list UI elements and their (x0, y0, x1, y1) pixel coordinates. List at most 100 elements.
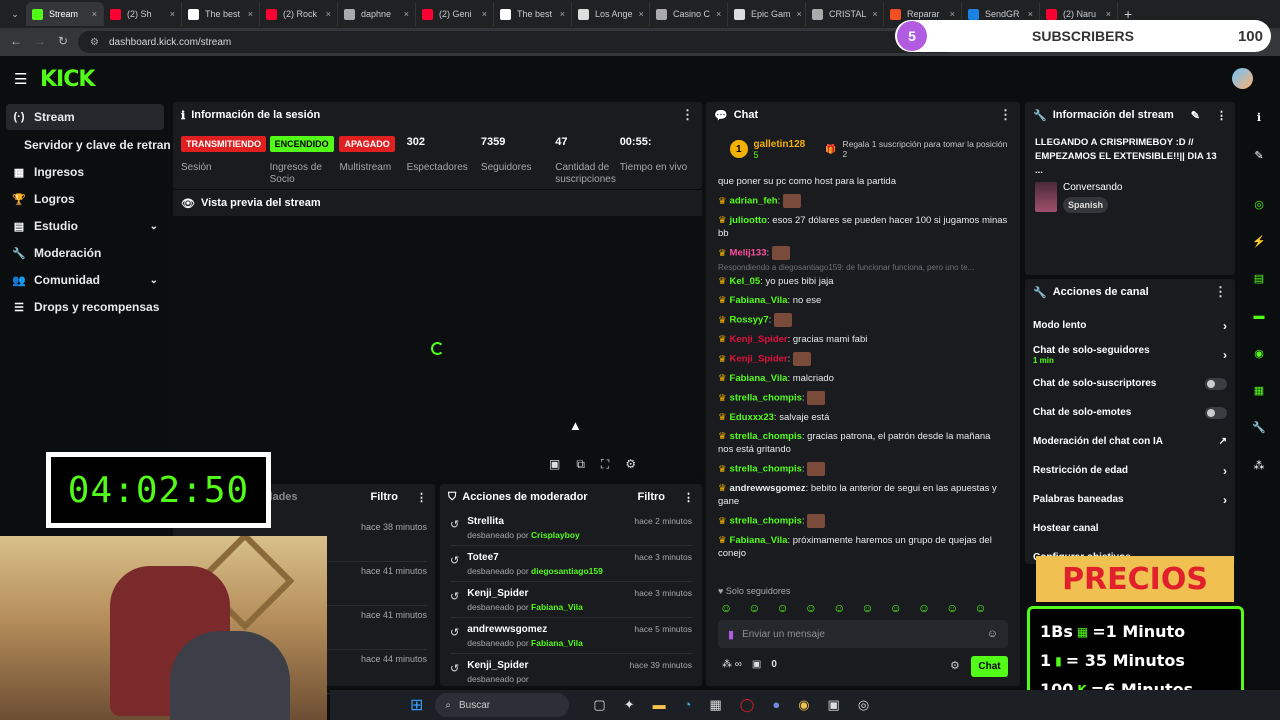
pinned-user[interactable]: galletin128 (754, 139, 806, 150)
mod-action-row[interactable]: ↺ Strellita desbaneado por Crisplayboy hace… (450, 510, 692, 546)
menu-icon[interactable]: ☰ (14, 70, 27, 88)
sidebar-item-logros[interactable]: 🏆 Logros (0, 186, 170, 212)
more-options-icon[interactable]: ⋮ (999, 107, 1012, 123)
emote-icon[interactable]: ☺ (861, 601, 873, 615)
emote-icon[interactable]: ☺ (974, 601, 986, 615)
edge-icon[interactable]: ◔ (684, 697, 692, 713)
chat-username[interactable]: strella_chompis (730, 516, 802, 527)
tab-list-icon[interactable]: ⌄ (4, 9, 26, 20)
browser-tab[interactable]: Stream × (26, 2, 104, 26)
more-options-icon[interactable]: ⋮ (1214, 284, 1227, 300)
toggle-switch[interactable] (1205, 406, 1227, 419)
channel-action-row[interactable]: Moderación del chat con IA ↗ (1025, 427, 1235, 456)
emote-icon[interactable]: ☺ (918, 601, 930, 615)
broadcast-icon[interactable]: ◉ (1246, 340, 1272, 366)
chat-username[interactable]: Fabiana_Vila (730, 373, 788, 384)
url-field[interactable]: ⚙ dashboard.kick.com/stream (78, 31, 958, 53)
close-tab-icon[interactable]: × (404, 9, 409, 19)
category-name[interactable]: Conversando (1063, 182, 1122, 193)
back-icon[interactable]: ← (10, 34, 22, 48)
reload-icon[interactable]: ↻ (58, 34, 68, 48)
opera-icon[interactable]: ◯ (740, 697, 755, 713)
more-options-icon[interactable]: ⋮ (416, 491, 427, 504)
layout-icon[interactable]: ▦ (1246, 377, 1272, 403)
info-icon[interactable]: ℹ (1246, 104, 1272, 130)
moderator-name[interactable]: Fabiana_Vila (531, 602, 583, 612)
pip-icon[interactable]: ⧉ (576, 457, 585, 472)
emoji-icon[interactable]: ☺ (987, 628, 998, 640)
theater-mode-icon[interactable]: ▣ (549, 457, 560, 472)
sidebar-item-stream[interactable]: (·) Stream (6, 104, 164, 130)
sidebar-item-moderación[interactable]: 🔧 Moderación (0, 240, 170, 266)
edit-icon[interactable]: ✎ (1191, 109, 1200, 122)
sidebar-item-servidor[interactable]: Servidor y clave de retransmisión (0, 132, 170, 158)
close-tab-icon[interactable]: × (872, 9, 877, 19)
mod-action-row[interactable]: ↺ Totee7 desbaneado por diegosantiago159 ha… (450, 546, 692, 582)
mod-target-user[interactable]: Strellita (467, 516, 626, 527)
browser-tab[interactable]: (2) Geni × (416, 2, 494, 26)
channel-action-row[interactable]: Chat de solo-suscriptores (1025, 369, 1235, 398)
emote-icon[interactable]: ☺ (777, 601, 789, 615)
browser-tab[interactable]: (2) Rock × (260, 2, 338, 26)
taskbar-search[interactable]: ⌕ Buscar (435, 693, 570, 717)
mod-target-user[interactable]: Totee7 (467, 552, 626, 563)
epic-games-icon[interactable]: ▣ (828, 697, 840, 713)
mod-filter-button[interactable]: Filtro (638, 491, 666, 503)
mod-target-user[interactable]: Kenji_Spider (467, 660, 621, 671)
emote-icon[interactable]: ☺ (890, 601, 902, 615)
browser-tab[interactable]: CRISTAL × (806, 2, 884, 26)
target-icon[interactable]: ◎ (1246, 191, 1272, 217)
moderator-name[interactable]: Fabiana_Vila (531, 638, 583, 648)
browser-tab[interactable]: Casino C × (650, 2, 728, 26)
store-icon[interactable]: ▦ (709, 697, 721, 713)
close-tab-icon[interactable]: × (170, 9, 175, 19)
browser-tab[interactable]: Epic Gam × (728, 2, 806, 26)
windows-start-icon[interactable]: ⊞ (410, 695, 423, 715)
forward-icon[interactable]: → (34, 34, 46, 48)
chat-username[interactable]: Kenji_Spider (730, 334, 788, 345)
close-tab-icon[interactable]: × (560, 9, 565, 19)
browser-tab[interactable]: (2) Sh × (104, 2, 182, 26)
browser-tab[interactable]: The best × (494, 2, 572, 26)
chat-username[interactable]: Kel_05 (730, 276, 761, 287)
close-tab-icon[interactable]: × (248, 9, 253, 19)
discord-icon[interactable]: ● (772, 697, 780, 713)
emote-icon[interactable]: ☺ (805, 601, 817, 615)
pinned-gifter[interactable]: 1 galletin128 5 🎁 Regala 1 suscripción p… (706, 128, 1020, 172)
chat-icon[interactable]: ▬ (1246, 303, 1272, 329)
moderator-name[interactable]: Crisplayboy (531, 530, 580, 540)
emote-icon[interactable]: ☺ (833, 601, 845, 615)
avatar[interactable] (1232, 68, 1253, 89)
document-icon[interactable]: ▤ (1246, 265, 1272, 291)
emote-icon[interactable]: ☺ (946, 601, 958, 615)
close-tab-icon[interactable]: × (1106, 9, 1111, 19)
fullscreen-icon[interactable]: ⛶ (601, 457, 609, 472)
close-tab-icon[interactable]: × (797, 9, 802, 19)
chat-username[interactable]: andrewwsgomez (730, 483, 806, 494)
folder-icon[interactable]: ▬ (653, 697, 666, 713)
pencil-icon[interactable]: ✎ (1246, 142, 1272, 168)
sidebar-item-drops[interactable]: ☰ Drops y recompensas (0, 294, 170, 320)
channel-action-row[interactable]: Palabras baneadas › (1025, 485, 1235, 514)
close-tab-icon[interactable]: × (92, 9, 97, 19)
close-tab-icon[interactable]: × (950, 9, 955, 19)
chat-username[interactable]: strella_chompis (730, 464, 802, 475)
close-tab-icon[interactable]: × (326, 9, 331, 19)
obs-icon[interactable]: ◎ (858, 697, 869, 713)
mod-action-row[interactable]: ↺ Kenji_Spider desbaneado por hace 39 minu… (450, 654, 692, 686)
mod-action-row[interactable]: ↺ Kenji_Spider desbaneado por Fabiana_Vila… (450, 582, 692, 618)
copilot-icon[interactable]: ✦ (624, 697, 635, 713)
chrome-icon[interactable]: ◉ (798, 697, 809, 713)
sidebar-item-ingresos[interactable]: ▦ Ingresos (0, 159, 170, 185)
chat-username[interactable]: juliootto (730, 215, 767, 226)
chat-username[interactable]: adrian_feh (730, 196, 778, 207)
gift-box-icon[interactable]: ▣ (752, 659, 761, 670)
chat-username[interactable]: Melij133 (730, 248, 767, 259)
chat-username[interactable]: strella_chompis (730, 393, 802, 404)
more-options-icon[interactable]: ⋮ (683, 491, 694, 504)
chat-username[interactable]: Kenji_Spider (730, 354, 788, 365)
chat-settings-icon[interactable]: ⚙ (950, 659, 960, 672)
close-tab-icon[interactable]: × (1028, 9, 1033, 19)
more-options-icon[interactable]: ⋮ (1216, 109, 1227, 122)
kick-logo[interactable]: KICK (40, 67, 95, 92)
